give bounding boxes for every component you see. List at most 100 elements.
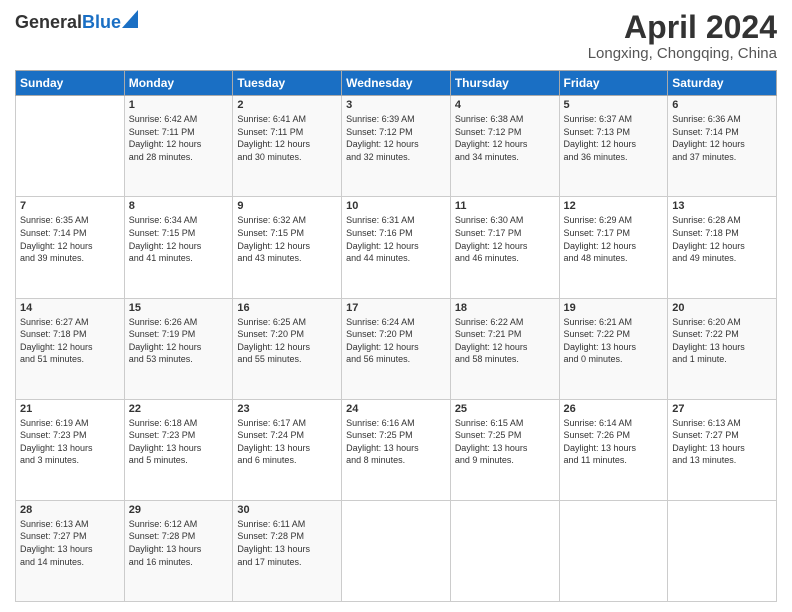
day-info: Sunrise: 6:35 AM Sunset: 7:14 PM Dayligh… [20,214,120,264]
day-number: 27 [672,403,772,415]
calendar-day-cell: 4 Sunrise: 6:38 AM Sunset: 7:12 PM Daylig… [450,96,559,197]
calendar-week-row: 7 Sunrise: 6:35 AM Sunset: 7:14 PM Daylig… [16,197,777,298]
day-number: 21 [20,403,120,415]
day-info: Sunrise: 6:37 AM Sunset: 7:13 PM Dayligh… [564,113,664,163]
calendar-day-cell: 1 Sunrise: 6:42 AM Sunset: 7:11 PM Daylig… [124,96,233,197]
calendar-week-row: 28 Sunrise: 6:13 AM Sunset: 7:27 PM Dayli… [16,500,777,601]
day-number: 16 [237,302,337,314]
day-info: Sunrise: 6:28 AM Sunset: 7:18 PM Dayligh… [672,214,772,264]
calendar-day-cell: 29 Sunrise: 6:12 AM Sunset: 7:28 PM Dayli… [124,500,233,601]
day-info: Sunrise: 6:14 AM Sunset: 7:26 PM Dayligh… [564,417,664,467]
day-number: 1 [129,99,229,111]
calendar-day-cell [559,500,668,601]
day-number: 9 [237,200,337,212]
calendar-day-cell: 3 Sunrise: 6:39 AM Sunset: 7:12 PM Daylig… [342,96,451,197]
day-info: Sunrise: 6:30 AM Sunset: 7:17 PM Dayligh… [455,214,555,264]
calendar-day-cell [450,500,559,601]
day-info: Sunrise: 6:15 AM Sunset: 7:25 PM Dayligh… [455,417,555,467]
calendar-week-row: 14 Sunrise: 6:27 AM Sunset: 7:18 PM Dayli… [16,298,777,399]
location-title: Longxing, Chongqing, China [588,45,777,62]
calendar-day-cell: 28 Sunrise: 6:13 AM Sunset: 7:27 PM Dayli… [16,500,125,601]
calendar-day-cell: 23 Sunrise: 6:17 AM Sunset: 7:24 PM Dayli… [233,399,342,500]
day-info: Sunrise: 6:13 AM Sunset: 7:27 PM Dayligh… [20,518,120,568]
day-number: 23 [237,403,337,415]
day-number: 15 [129,302,229,314]
calendar-day-cell: 21 Sunrise: 6:19 AM Sunset: 7:23 PM Dayli… [16,399,125,500]
calendar-day-cell: 18 Sunrise: 6:22 AM Sunset: 7:21 PM Dayli… [450,298,559,399]
calendar-day-cell: 24 Sunrise: 6:16 AM Sunset: 7:25 PM Dayli… [342,399,451,500]
day-info: Sunrise: 6:41 AM Sunset: 7:11 PM Dayligh… [237,113,337,163]
day-info: Sunrise: 6:27 AM Sunset: 7:18 PM Dayligh… [20,316,120,366]
day-number: 19 [564,302,664,314]
day-info: Sunrise: 6:11 AM Sunset: 7:28 PM Dayligh… [237,518,337,568]
day-number: 7 [20,200,120,212]
day-number: 11 [455,200,555,212]
day-number: 13 [672,200,772,212]
day-number: 3 [346,99,446,111]
calendar-day-cell: 10 Sunrise: 6:31 AM Sunset: 7:16 PM Dayli… [342,197,451,298]
day-info: Sunrise: 6:18 AM Sunset: 7:23 PM Dayligh… [129,417,229,467]
day-number: 28 [20,504,120,516]
day-number: 20 [672,302,772,314]
calendar-day-cell: 9Sunrise: 6:32 AM Sunset: 7:15 PM Daylig… [233,197,342,298]
header: GeneralBlue April 2024 Longxing, Chongqi… [15,10,777,62]
calendar-day-cell: 11 Sunrise: 6:30 AM Sunset: 7:17 PM Dayli… [450,197,559,298]
day-info: Sunrise: 6:42 AM Sunset: 7:11 PM Dayligh… [129,113,229,163]
day-info: Sunrise: 6:26 AM Sunset: 7:19 PM Dayligh… [129,316,229,366]
day-info: Sunrise: 6:31 AM Sunset: 7:16 PM Dayligh… [346,214,446,264]
calendar-week-row: 1 Sunrise: 6:42 AM Sunset: 7:11 PM Daylig… [16,96,777,197]
day-number: 12 [564,200,664,212]
day-number: 6 [672,99,772,111]
day-of-week-header: Friday [559,71,668,96]
day-of-week-header: Sunday [16,71,125,96]
day-info: Sunrise: 6:24 AM Sunset: 7:20 PM Dayligh… [346,316,446,366]
calendar-day-cell: 5 Sunrise: 6:37 AM Sunset: 7:13 PM Daylig… [559,96,668,197]
day-info: Sunrise: 6:29 AM Sunset: 7:17 PM Dayligh… [564,214,664,264]
day-of-week-header: Saturday [668,71,777,96]
day-number: 17 [346,302,446,314]
calendar-day-cell: 17 Sunrise: 6:24 AM Sunset: 7:20 PM Dayli… [342,298,451,399]
logo-general-text: General [15,12,82,32]
day-info: Sunrise: 6:17 AM Sunset: 7:24 PM Dayligh… [237,417,337,467]
day-info: Sunrise: 6:20 AM Sunset: 7:22 PM Dayligh… [672,316,772,366]
day-number: 2 [237,99,337,111]
calendar-day-cell: 6Sunrise: 6:36 AM Sunset: 7:14 PM Daylig… [668,96,777,197]
day-number: 26 [564,403,664,415]
calendar-day-cell: 13 Sunrise: 6:28 AM Sunset: 7:18 PM Dayli… [668,197,777,298]
calendar-day-cell: 25Sunrise: 6:15 AM Sunset: 7:25 PM Dayli… [450,399,559,500]
calendar-header-row: SundayMondayTuesdayWednesdayThursdayFrid… [16,71,777,96]
day-info: Sunrise: 6:38 AM Sunset: 7:12 PM Dayligh… [455,113,555,163]
day-of-week-header: Wednesday [342,71,451,96]
day-info: Sunrise: 6:21 AM Sunset: 7:22 PM Dayligh… [564,316,664,366]
day-info: Sunrise: 6:16 AM Sunset: 7:25 PM Dayligh… [346,417,446,467]
calendar-day-cell: 2 Sunrise: 6:41 AM Sunset: 7:11 PM Daylig… [233,96,342,197]
month-title: April 2024 [588,10,777,45]
day-number: 24 [346,403,446,415]
calendar-day-cell: 27 Sunrise: 6:13 AM Sunset: 7:27 PM Dayli… [668,399,777,500]
logo: GeneralBlue [15,10,138,33]
page: GeneralBlue April 2024 Longxing, Chongqi… [0,0,792,612]
day-info: Sunrise: 6:25 AM Sunset: 7:20 PM Dayligh… [237,316,337,366]
logo-triangle-icon [122,10,138,28]
day-info: Sunrise: 6:13 AM Sunset: 7:27 PM Dayligh… [672,417,772,467]
day-info: Sunrise: 6:22 AM Sunset: 7:21 PM Dayligh… [455,316,555,366]
day-number: 5 [564,99,664,111]
calendar-day-cell: 7 Sunrise: 6:35 AM Sunset: 7:14 PM Daylig… [16,197,125,298]
day-info: Sunrise: 6:34 AM Sunset: 7:15 PM Dayligh… [129,214,229,264]
day-number: 4 [455,99,555,111]
day-number: 8 [129,200,229,212]
calendar-day-cell [342,500,451,601]
day-info: Sunrise: 6:39 AM Sunset: 7:12 PM Dayligh… [346,113,446,163]
day-number: 14 [20,302,120,314]
day-number: 29 [129,504,229,516]
title-block: April 2024 Longxing, Chongqing, China [588,10,777,62]
calendar-day-cell: 19 Sunrise: 6:21 AM Sunset: 7:22 PM Dayli… [559,298,668,399]
day-of-week-header: Thursday [450,71,559,96]
day-number: 18 [455,302,555,314]
calendar-day-cell: 22Sunrise: 6:18 AM Sunset: 7:23 PM Dayli… [124,399,233,500]
calendar-day-cell: 14 Sunrise: 6:27 AM Sunset: 7:18 PM Dayli… [16,298,125,399]
day-info: Sunrise: 6:19 AM Sunset: 7:23 PM Dayligh… [20,417,120,467]
calendar-day-cell: 12 Sunrise: 6:29 AM Sunset: 7:17 PM Dayli… [559,197,668,298]
day-info: Sunrise: 6:12 AM Sunset: 7:28 PM Dayligh… [129,518,229,568]
day-number: 10 [346,200,446,212]
